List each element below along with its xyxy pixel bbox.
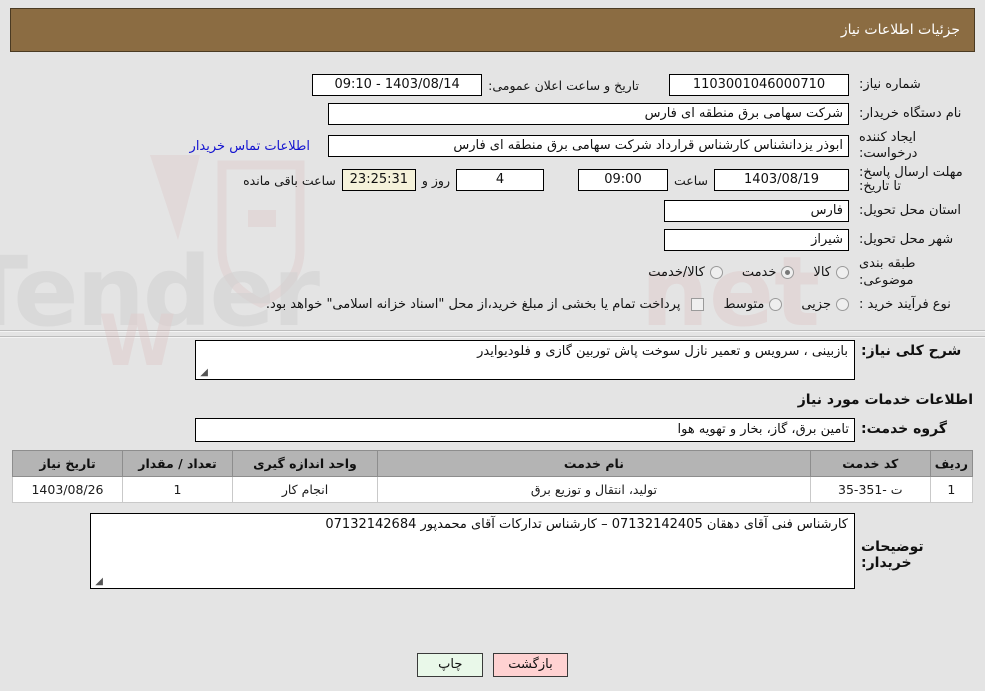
- announce-value: 1403/08/14 - 09:10: [312, 74, 483, 96]
- buyer-notes-label: توضیحات خریدار:: [861, 539, 924, 571]
- row-province: استان محل تحویل: فارس: [12, 198, 973, 224]
- summary-text: بازبینی ، سرویس و تعمیر نازل سوخت پاش تو…: [477, 344, 848, 359]
- row-summary: شرح کلی نیاز: بازبینی ، سرویس و تعمیر نا…: [0, 340, 985, 380]
- cell-need-date: 1403/08/26: [12, 476, 123, 503]
- radio-category-2-label: کالا/خدمت: [648, 265, 705, 281]
- summary-label: شرح کلی نیاز:: [861, 343, 962, 359]
- th-service-name: نام خدمت: [377, 450, 811, 477]
- service-group-label: گروه خدمت:: [861, 421, 947, 437]
- time-left-suffix: ساعت باقی مانده: [243, 172, 336, 188]
- page-root: riaTender net W جزئیات اطلاعات نیاز شمار…: [0, 0, 985, 691]
- buyer-notes-text: کارشناس فنی آقای دهقان 07132142405 – کار…: [325, 517, 848, 532]
- cell-unit: انجام کار: [232, 476, 378, 503]
- radio-category-2[interactable]: [709, 266, 723, 280]
- row-creator: ایجاد کننده درخواست: ابوذر یزدانشناس کار…: [12, 130, 973, 163]
- category-radio-group: کالا خدمت کالا/خدمت: [634, 265, 849, 280]
- row-need-number: شماره نیاز: 1103001046000710 تاریخ و ساع…: [12, 72, 973, 98]
- row-buyer-org: نام دستگاه خریدار: شرکت سهامی برق منطقه …: [12, 101, 973, 127]
- treasury-checkbox[interactable]: [691, 298, 705, 312]
- treasury-note-label: پرداخت تمام یا بخشی از مبلغ خرید،از محل …: [265, 297, 681, 313]
- province-label: استان محل تحویل:: [859, 203, 961, 219]
- buyer-contact-link[interactable]: اطلاعات تماس خریدار: [190, 139, 310, 154]
- services-heading: اطلاعات خدمات مورد نیاز: [797, 392, 973, 408]
- radio-category-0-label: کالا: [813, 265, 831, 281]
- radio-process-0[interactable]: [836, 298, 849, 312]
- divider-top: [0, 330, 985, 332]
- resize-grip-icon-2[interactable]: ◢: [93, 577, 103, 587]
- need-number-label: شماره نیاز:: [859, 76, 921, 92]
- row-service-group: گروه خدمت: تامین برق، گاز، بخار و تهویه …: [0, 418, 985, 442]
- deadline-date-value: 1403/08/19: [714, 169, 849, 192]
- cell-service-name: تولید، انتقال و توزیع برق: [377, 476, 811, 503]
- radio-category-0[interactable]: [836, 266, 849, 280]
- time-left-countdown: 23:25:31: [341, 169, 416, 192]
- middle-section: شرح کلی نیاز: بازبینی ، سرویس و تعمیر نا…: [0, 340, 985, 589]
- buyer-notes-textarea[interactable]: کارشناس فنی آقای دهقان 07132142405 – کار…: [90, 513, 855, 589]
- row-buyer-notes: توضیحات خریدار: کارشناس فنی آقای دهقان 0…: [0, 513, 985, 589]
- radio-process-0-label: جزیی: [801, 297, 831, 313]
- cell-quantity: 1: [122, 476, 233, 503]
- table-header-row: ردیف کد خدمت نام خدمت واحد اندازه گیری ت…: [12, 450, 974, 477]
- radio-process-1-label: متوسط: [723, 297, 765, 313]
- services-table-wrapper: ردیف کد خدمت نام خدمت واحد اندازه گیری ت…: [0, 450, 985, 503]
- days-separator: روز و: [421, 172, 450, 188]
- print-button[interactable]: چاپ: [417, 653, 484, 677]
- row-process-type: نوع فرآیند خرید : جزیی متوسط پرداخت تمام…: [12, 292, 973, 318]
- cell-row-no: 1: [929, 476, 974, 503]
- resize-grip-icon[interactable]: ◢: [198, 368, 208, 378]
- deadline-label: مهلت ارسال پاسخ: تا تاریخ:: [859, 164, 963, 195]
- city-value: شیراز: [664, 229, 849, 252]
- need-number-value: 1103001046000710: [669, 74, 849, 96]
- days-left-value: 4: [455, 169, 544, 192]
- creator-value: ابوذر یزدانشناس کارشناس قرارداد شرکت سها…: [328, 135, 849, 158]
- page-title: جزئیات اطلاعات نیاز: [840, 22, 960, 38]
- deadline-time-value: 09:00: [577, 169, 668, 192]
- province-value: فارس: [664, 200, 849, 223]
- row-city: شهر محل تحویل: شیراز: [12, 227, 973, 253]
- service-group-value: تامین برق، گاز، بخار و تهویه هوا: [195, 418, 855, 442]
- th-need-date: تاریخ نیاز: [12, 450, 123, 477]
- row-category: طبقه بندی موضوعی: کالا خدمت کالا/خدمت: [12, 256, 973, 289]
- radio-category-1[interactable]: [781, 266, 795, 280]
- need-details-section: شماره نیاز: 1103001046000710 تاریخ و ساع…: [0, 62, 985, 327]
- buyer-org-value: شرکت سهامی برق منطقه ای فارس: [328, 103, 849, 125]
- row-deadline: مهلت ارسال پاسخ: تا تاریخ: 1403/08/19 سا…: [12, 164, 973, 196]
- th-row-no: ردیف: [929, 450, 974, 477]
- radio-category-1-label: خدمت: [741, 265, 777, 281]
- category-label: طبقه بندی موضوعی:: [859, 256, 916, 288]
- announce-label: تاریخ و ساعت اعلان عمومی:: [488, 77, 639, 93]
- th-quantity: تعداد / مقدار: [122, 450, 233, 477]
- process-label: نوع فرآیند خرید :: [859, 296, 951, 312]
- th-service-code: کد خدمت: [809, 450, 931, 477]
- creator-label: ایجاد کننده درخواست:: [859, 130, 918, 162]
- table-row: 1 ت -351-35 تولید، انتقال و توزیع برق ان…: [12, 476, 974, 503]
- window-title-bar: جزئیات اطلاعات نیاز: [10, 8, 975, 52]
- services-table: ردیف کد خدمت نام خدمت واحد اندازه گیری ت…: [12, 450, 974, 503]
- summary-textarea[interactable]: بازبینی ، سرویس و تعمیر نازل سوخت پاش تو…: [195, 340, 855, 380]
- radio-process-1[interactable]: [769, 298, 783, 312]
- back-button[interactable]: بازگشت: [493, 653, 568, 677]
- th-unit: واحد اندازه گیری: [232, 450, 378, 477]
- hour-label: ساعت: [673, 172, 708, 188]
- process-radio-group: جزیی متوسط پرداخت تمام یا بخشی از مبلغ خ…: [252, 297, 849, 312]
- divider-top-2: [0, 336, 985, 338]
- cell-service-code: ت -351-35: [809, 476, 931, 503]
- action-button-row: بازگشت چاپ: [0, 653, 985, 677]
- buyer-org-label: نام دستگاه خریدار:: [859, 105, 962, 121]
- city-label: شهر محل تحویل:: [859, 232, 954, 248]
